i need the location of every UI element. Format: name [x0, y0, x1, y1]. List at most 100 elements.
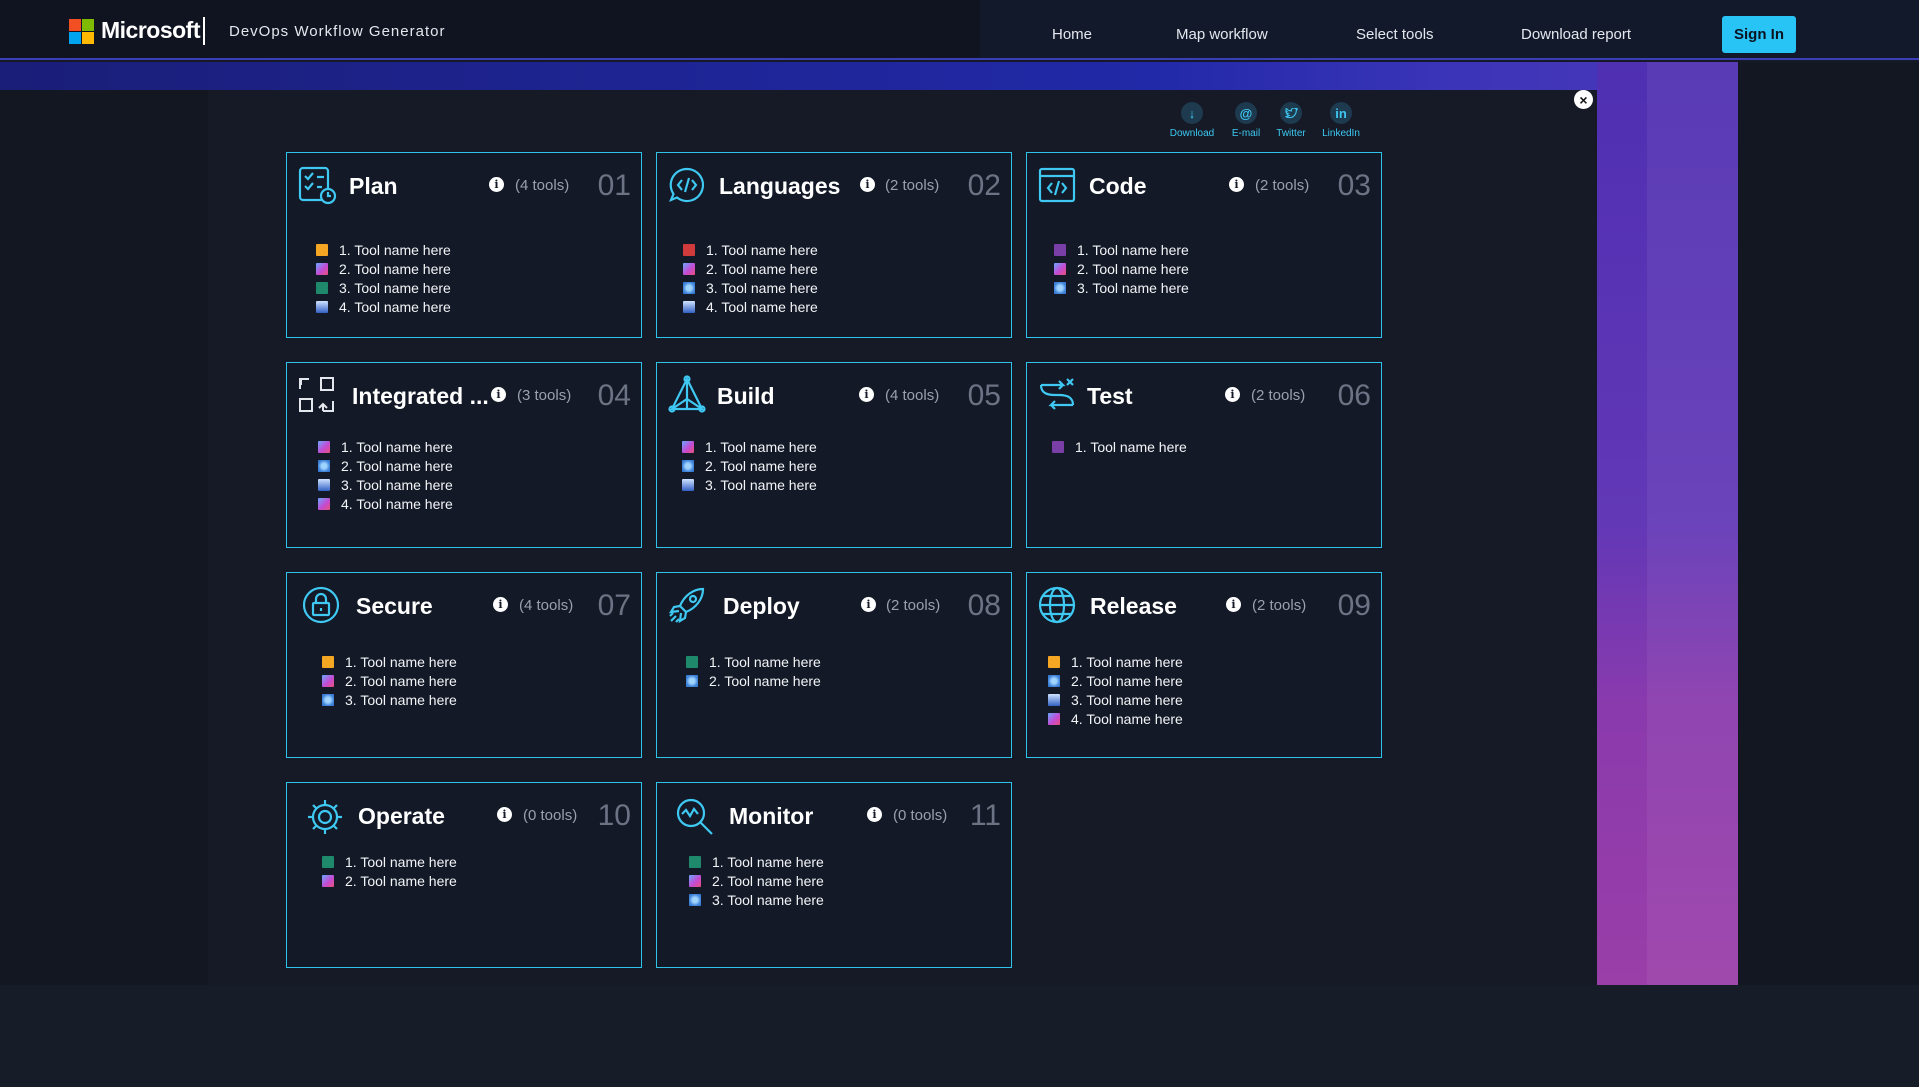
- list-item[interactable]: 1. Tool name here: [322, 652, 457, 671]
- list-item[interactable]: 3. Tool name here: [316, 278, 451, 297]
- info-icon[interactable]: i: [859, 387, 874, 402]
- info-icon[interactable]: i: [491, 387, 506, 402]
- list-item[interactable]: 1. Tool name here: [318, 437, 453, 456]
- tool-name: 1. Tool name here: [345, 653, 457, 670]
- list-item[interactable]: 1. Tool name here: [1052, 437, 1187, 456]
- list-item[interactable]: 1. Tool name here: [1048, 652, 1183, 671]
- card-title: Monitor: [729, 803, 814, 829]
- info-icon[interactable]: i: [489, 177, 504, 192]
- tool-name: 1. Tool name here: [709, 653, 821, 670]
- list-item[interactable]: 1. Tool name here: [322, 852, 457, 871]
- brand-name: Microsoft: [101, 17, 201, 43]
- stage-card-release[interactable]: Release i (2 tools) 09 1. Tool name here…: [1026, 572, 1382, 758]
- list-item[interactable]: 1. Tool name here: [686, 652, 821, 671]
- info-icon[interactable]: i: [493, 597, 508, 612]
- list-item[interactable]: 4. Tool name here: [318, 494, 453, 513]
- tool-count: (3 tools): [517, 387, 572, 404]
- list-item[interactable]: 3. Tool name here: [689, 890, 824, 909]
- tool-list: 1. Tool name here 2. Tool name here: [686, 652, 821, 690]
- list-item[interactable]: 2. Tool name here: [322, 671, 457, 690]
- sign-in-button[interactable]: Sign In: [1722, 16, 1796, 53]
- list-item[interactable]: 4. Tool name here: [1048, 709, 1183, 728]
- share-linkedin[interactable]: in LinkedIn: [1311, 102, 1371, 139]
- tool-name: 2. Tool name here: [712, 872, 824, 889]
- list-item[interactable]: 4. Tool name here: [683, 297, 818, 316]
- tool-name: 4. Tool name here: [706, 298, 818, 315]
- tool-count: (0 tools): [523, 807, 578, 824]
- nav-home[interactable]: Home: [1052, 26, 1092, 43]
- list-item[interactable]: 2. Tool name here: [682, 456, 817, 475]
- stage-number: 07: [597, 589, 631, 622]
- list-item[interactable]: 2. Tool name here: [1048, 671, 1183, 690]
- list-item[interactable]: 2. Tool name here: [316, 259, 451, 278]
- tool-name: 2. Tool name here: [345, 872, 457, 889]
- list-item[interactable]: 2. Tool name here: [1054, 259, 1189, 278]
- gradient-panel: [1597, 62, 1738, 985]
- tool-icon: [322, 674, 334, 687]
- tool-icon: [683, 262, 695, 275]
- tool-name: 1. Tool name here: [705, 438, 817, 455]
- tool-list: 1. Tool name here 2. Tool name here 3. T…: [318, 437, 453, 513]
- list-item[interactable]: 2. Tool name here: [689, 871, 824, 890]
- tool-count: (2 tools): [1251, 387, 1306, 404]
- list-item[interactable]: 1. Tool name here: [682, 437, 817, 456]
- info-icon[interactable]: i: [1226, 597, 1241, 612]
- list-item[interactable]: 2. Tool name here: [322, 871, 457, 890]
- nav-map-workflow[interactable]: Map workflow: [1176, 26, 1268, 43]
- tool-icon: [316, 262, 328, 275]
- tool-icon: [316, 243, 328, 256]
- linkedin-icon: in: [1330, 102, 1352, 124]
- tool-name: 1. Tool name here: [706, 241, 818, 258]
- card-title: Code: [1089, 173, 1147, 199]
- stage-card-plan[interactable]: Plan i (4 tools) 01 1. Tool name here 2.…: [286, 152, 642, 338]
- stage-card-secure[interactable]: Secure i (4 tools) 07 1. Tool name here …: [286, 572, 642, 758]
- tool-icon: [318, 440, 330, 453]
- lock-icon: [302, 586, 340, 624]
- stage-card-deploy[interactable]: Deploy i (2 tools) 08 1. Tool name here …: [656, 572, 1012, 758]
- list-item[interactable]: 3. Tool name here: [318, 475, 453, 494]
- info-icon[interactable]: i: [1229, 177, 1244, 192]
- tool-name: 2. Tool name here: [339, 260, 451, 277]
- list-item[interactable]: 3. Tool name here: [682, 475, 817, 494]
- list-item[interactable]: 1. Tool name here: [689, 852, 824, 871]
- tool-name: 3. Tool name here: [341, 476, 453, 493]
- tool-name: 2. Tool name here: [706, 260, 818, 277]
- tool-count: (2 tools): [1252, 597, 1307, 614]
- list-item[interactable]: 3. Tool name here: [322, 690, 457, 709]
- info-icon[interactable]: i: [860, 177, 875, 192]
- list-item[interactable]: 1. Tool name here: [316, 240, 451, 259]
- stage-card-code[interactable]: Code i (2 tools) 03 1. Tool name here 2.…: [1026, 152, 1382, 338]
- stage-card-integrated[interactable]: Integrated ... i (3 tools) 04 1. Tool na…: [286, 362, 642, 548]
- plan-checklist-icon: [298, 166, 337, 205]
- list-item[interactable]: 2. Tool name here: [683, 259, 818, 278]
- list-item[interactable]: 4. Tool name here: [316, 297, 451, 316]
- nav-download-report[interactable]: Download report: [1521, 26, 1631, 43]
- stage-card-operate[interactable]: Operate i (0 tools) 10 1. Tool name here…: [286, 782, 642, 968]
- tool-name: 3. Tool name here: [345, 691, 457, 708]
- tool-name: 1. Tool name here: [345, 853, 457, 870]
- info-icon[interactable]: i: [861, 597, 876, 612]
- tool-icon: [1048, 712, 1060, 725]
- tool-icon: [686, 655, 698, 668]
- list-item[interactable]: 2. Tool name here: [686, 671, 821, 690]
- list-item[interactable]: 1. Tool name here: [683, 240, 818, 259]
- microsoft-logo-icon: [69, 19, 95, 45]
- info-icon[interactable]: i: [867, 807, 882, 822]
- list-item[interactable]: 3. Tool name here: [1054, 278, 1189, 297]
- stage-card-test[interactable]: Test i (2 tools) 06 1. Tool name here: [1026, 362, 1382, 548]
- info-icon[interactable]: i: [497, 807, 512, 822]
- tool-name: 1. Tool name here: [1071, 653, 1183, 670]
- nav-select-tools[interactable]: Select tools: [1356, 26, 1434, 43]
- list-item[interactable]: 3. Tool name here: [683, 278, 818, 297]
- stage-card-build[interactable]: Build i (4 tools) 05 1. Tool name here 2…: [656, 362, 1012, 548]
- build-network-icon: [668, 375, 706, 413]
- list-item[interactable]: 2. Tool name here: [318, 456, 453, 475]
- list-item[interactable]: 1. Tool name here: [1054, 240, 1189, 259]
- info-icon[interactable]: i: [1225, 387, 1240, 402]
- list-item[interactable]: 3. Tool name here: [1048, 690, 1183, 709]
- stage-card-monitor[interactable]: Monitor i (0 tools) 11 1. Tool name here…: [656, 782, 1012, 968]
- share-download[interactable]: ↓ Download: [1162, 102, 1222, 139]
- tool-icon: [1054, 281, 1066, 294]
- close-icon[interactable]: ×: [1574, 90, 1593, 109]
- stage-card-languages[interactable]: Languages i (2 tools) 02 1. Tool name he…: [656, 152, 1012, 338]
